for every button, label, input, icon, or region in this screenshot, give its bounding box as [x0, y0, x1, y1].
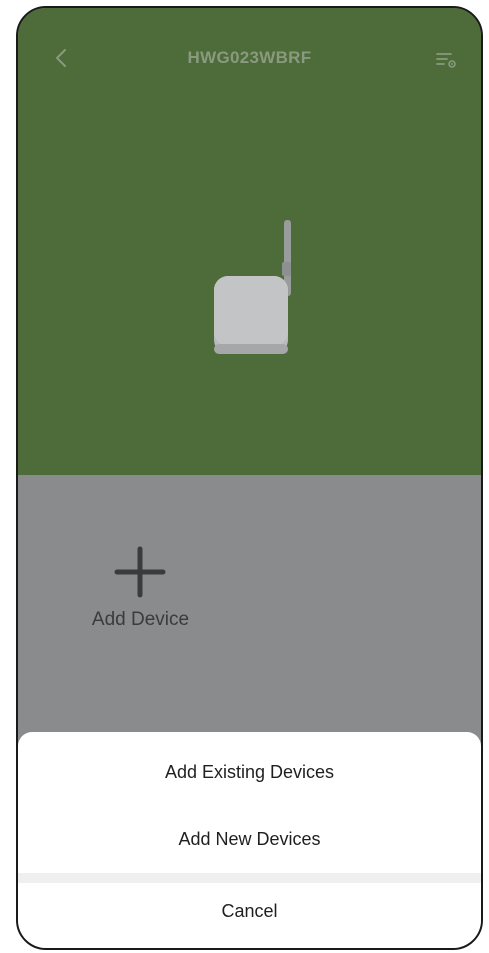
plus-icon [114, 546, 166, 598]
phone-frame: HWG023WBRF Add Device Add Existing Devic… [16, 6, 483, 950]
sheet-divider [18, 873, 481, 883]
top-bar: HWG023WBRF [18, 38, 481, 78]
page-title: HWG023WBRF [187, 48, 312, 67]
add-device-label: Add Device [91, 609, 190, 630]
wifi-gateway-image [214, 220, 291, 354]
add-existing-devices-button[interactable]: Add Existing Devices [18, 754, 481, 790]
cancel-button[interactable]: Cancel [18, 891, 481, 931]
action-sheet: Add Existing Devices Add New Devices Can… [18, 732, 481, 948]
settings-button[interactable] [433, 46, 459, 72]
add-device-button[interactable]: Add Device [78, 545, 198, 635]
device-hero: HWG023WBRF [18, 8, 481, 475]
add-new-devices-button[interactable]: Add New Devices [18, 821, 481, 857]
settings-list-icon [436, 53, 456, 68]
